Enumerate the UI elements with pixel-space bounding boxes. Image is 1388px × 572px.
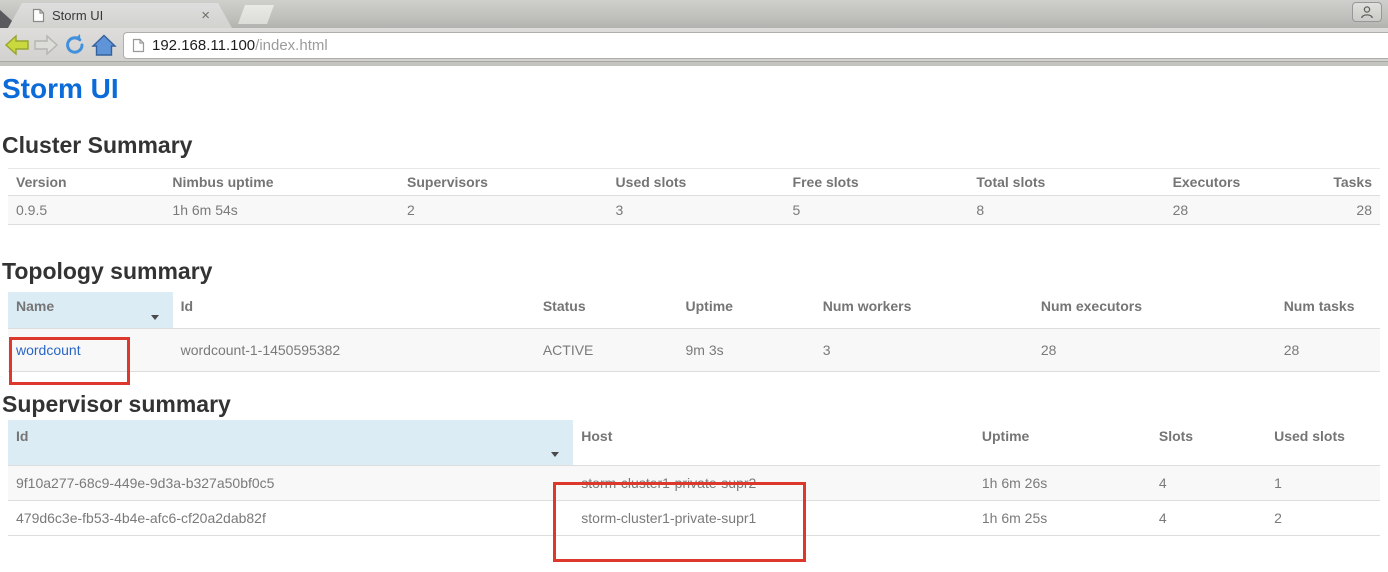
cell-used-slots: 1: [1266, 466, 1380, 501]
cell-supervisor-id: 479d6c3e-fb53-4b4e-afc6-cf20a2dab82f: [8, 501, 573, 536]
cell-num-executors: 28: [1033, 329, 1276, 372]
forward-button[interactable]: [31, 31, 60, 59]
storm-ui-page: Storm UI Cluster Summary Version Nimbus …: [0, 73, 1388, 536]
cell-num-tasks: 28: [1276, 329, 1380, 372]
supervisor-summary-table: Id Host Uptime Slots Used slots 9f10a277…: [8, 420, 1380, 536]
home-button[interactable]: [89, 31, 118, 59]
column-header-label: Name: [16, 298, 54, 314]
table-header-row: Id Host Uptime Slots Used slots: [8, 420, 1380, 466]
cell-slots: 4: [1151, 466, 1266, 501]
cell-used-slots: 2: [1266, 501, 1380, 536]
cell-tasks: 28: [1311, 196, 1380, 225]
column-header-name-sorted[interactable]: Name: [8, 292, 173, 329]
page-title[interactable]: Storm UI: [2, 73, 1388, 105]
forward-arrow-icon: [33, 33, 59, 57]
topology-name-link[interactable]: wordcount: [16, 342, 81, 358]
column-header-version[interactable]: Version: [8, 169, 164, 196]
column-header-nimbus-uptime[interactable]: Nimbus uptime: [164, 169, 399, 196]
cell-id: wordcount-1-1450595382: [173, 329, 535, 372]
browser-chrome: Storm UI ×: [0, 0, 1388, 66]
column-header-status[interactable]: Status: [535, 292, 678, 329]
cell-nimbus-uptime: 1h 6m 54s: [164, 196, 399, 225]
column-header-id[interactable]: Id: [173, 292, 535, 329]
cell-uptime: 9m 3s: [678, 329, 815, 372]
back-arrow-icon: [4, 33, 30, 57]
address-bar[interactable]: 192.168.11.100/index.html: [123, 32, 1388, 59]
column-header-label: Id: [16, 428, 28, 444]
table-row: 479d6c3e-fb53-4b4e-afc6-cf20a2dab82f sto…: [8, 501, 1380, 536]
topology-summary-table: Name Id Status Uptime Num workers Num ex…: [8, 292, 1380, 372]
cell-uptime: 1h 6m 26s: [974, 466, 1151, 501]
sort-descending-icon: [151, 315, 159, 320]
cell-executors: 28: [1165, 196, 1312, 225]
cell-host: storm-cluster1-private-supr1: [573, 501, 974, 536]
column-header-host[interactable]: Host: [573, 420, 974, 466]
reload-button[interactable]: [60, 31, 89, 59]
cell-status: ACTIVE: [535, 329, 678, 372]
cell-host: storm-cluster1-private-supr2: [573, 466, 974, 501]
home-icon: [91, 33, 117, 57]
supervisor-summary-heading: Supervisor summary: [2, 391, 1388, 418]
cell-slots: 4: [1151, 501, 1266, 536]
browser-toolbar: 192.168.11.100/index.html: [0, 28, 1388, 66]
tab-strip: Storm UI ×: [0, 0, 1388, 28]
cluster-summary-heading: Cluster Summary: [2, 132, 1388, 159]
column-header-num-executors[interactable]: Num executors: [1033, 292, 1276, 329]
column-header-free-slots[interactable]: Free slots: [785, 169, 969, 196]
table-header-row: Name Id Status Uptime Num workers Num ex…: [8, 292, 1380, 329]
browser-tab[interactable]: Storm UI ×: [8, 3, 232, 28]
column-header-used-slots[interactable]: Used slots: [608, 169, 785, 196]
url-path: /index.html: [255, 37, 328, 54]
close-icon[interactable]: ×: [199, 8, 212, 23]
cell-version: 0.9.5: [8, 196, 164, 225]
cell-free-slots: 5: [785, 196, 969, 225]
column-header-uptime[interactable]: Uptime: [678, 292, 815, 329]
new-tab-button[interactable]: [238, 5, 274, 24]
column-header-executors[interactable]: Executors: [1165, 169, 1312, 196]
cell-total-slots: 8: [968, 196, 1164, 225]
topology-summary-heading: Topology summary: [2, 258, 1388, 285]
column-header-num-tasks[interactable]: Num tasks: [1276, 292, 1380, 329]
table-header-row: Version Nimbus uptime Supervisors Used s…: [8, 169, 1380, 196]
url-host: 192.168.11.100: [152, 37, 255, 54]
column-header-slots[interactable]: Slots: [1151, 420, 1266, 466]
column-header-supervisors[interactable]: Supervisors: [399, 169, 608, 196]
reload-icon: [63, 33, 87, 57]
user-icon: [1360, 5, 1374, 19]
column-header-used-slots[interactable]: Used slots: [1266, 420, 1380, 466]
column-header-id-sorted[interactable]: Id: [8, 420, 573, 466]
tab-title: Storm UI: [52, 8, 199, 23]
table-row: 9f10a277-68c9-449e-9d3a-b327a50bf0c5 sto…: [8, 466, 1380, 501]
cell-num-workers: 3: [815, 329, 1033, 372]
page-icon: [132, 38, 145, 53]
cell-uptime: 1h 6m 25s: [974, 501, 1151, 536]
column-header-total-slots[interactable]: Total slots: [968, 169, 1164, 196]
user-profile-button[interactable]: [1352, 2, 1382, 22]
cell-name: wordcount: [8, 329, 173, 372]
cell-supervisor-id: 9f10a277-68c9-449e-9d3a-b327a50bf0c5: [8, 466, 573, 501]
column-header-num-workers[interactable]: Num workers: [815, 292, 1033, 329]
column-header-uptime[interactable]: Uptime: [974, 420, 1151, 466]
column-header-tasks[interactable]: Tasks: [1311, 169, 1380, 196]
sort-descending-icon: [551, 452, 559, 457]
cluster-summary-table: Version Nimbus uptime Supervisors Used s…: [8, 168, 1380, 225]
cell-supervisors: 2: [399, 196, 608, 225]
cell-used-slots: 3: [608, 196, 785, 225]
back-button[interactable]: [2, 31, 31, 59]
table-row: 0.9.5 1h 6m 54s 2 3 5 8 28 28: [8, 196, 1380, 225]
page-icon: [32, 8, 45, 23]
table-row: wordcount wordcount-1-1450595382 ACTIVE …: [8, 329, 1380, 372]
